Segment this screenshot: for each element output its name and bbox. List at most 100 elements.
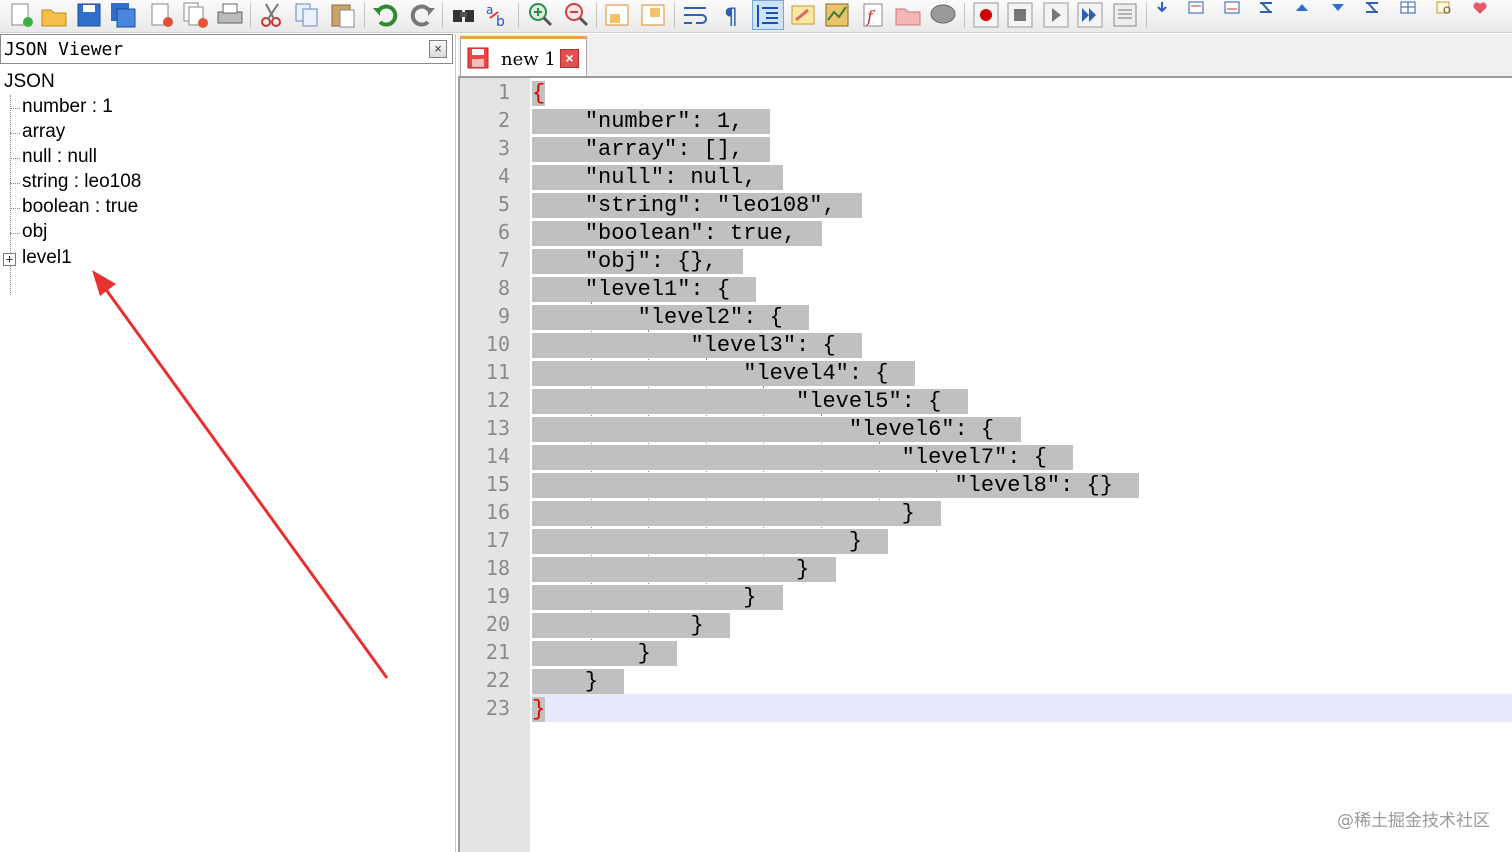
tree-item-boolean[interactable]: boolean : true <box>22 196 138 218</box>
line-number-gutter: 1 2 3 4 5 6 7 8 9 10 11 12 13 14 15 16 17 18 19 20 21 22 23 <box>460 78 530 852</box>
sync-vertical-icon[interactable] <box>602 0 634 30</box>
line-number: 2 <box>497 108 510 132</box>
code-line[interactable]: } <box>532 584 783 612</box>
code-line[interactable]: "level4": { <box>532 360 915 388</box>
code-line[interactable]: { <box>532 80 546 108</box>
line-number: 15 <box>485 472 510 496</box>
save-macro-icon[interactable] <box>1110 0 1142 30</box>
tree-item-string[interactable]: string : leo108 <box>22 171 141 193</box>
tab-close-button[interactable]: × <box>560 49 579 68</box>
panel-title: JSON Viewer <box>4 39 124 60</box>
code-line[interactable]: "level2": { <box>532 304 810 332</box>
line-number: 17 <box>485 528 510 552</box>
code-line[interactable]: "level7": { <box>532 444 1074 472</box>
folder-workspace-icon[interactable] <box>892 0 924 30</box>
code-line[interactable]: "null": null, <box>532 164 783 192</box>
function-list-icon[interactable]: f <box>858 0 890 30</box>
cut-icon[interactable] <box>256 0 288 30</box>
code-line[interactable]: } <box>532 668 625 696</box>
line-number: 19 <box>485 584 510 608</box>
sync-horizontal-icon[interactable] <box>638 0 670 30</box>
json-viewer-header: JSON Viewer × <box>0 34 453 64</box>
plugin-icon-3[interactable] <box>1222 0 1242 16</box>
plugin-icon-2[interactable] <box>1186 0 1206 16</box>
expand-toggle-icon[interactable]: + <box>3 253 16 266</box>
code-line[interactable]: "level8": {} <box>532 472 1140 500</box>
line-number: 21 <box>485 640 510 664</box>
line-number: 14 <box>485 444 510 468</box>
current-line-highlight <box>532 694 1512 722</box>
monitoring-icon[interactable] <box>928 0 960 30</box>
tree-item-number[interactable]: number : 1 <box>22 96 113 118</box>
user-language-icon[interactable] <box>788 0 820 30</box>
plugin-icon-4[interactable] <box>1256 0 1276 16</box>
move-down-icon[interactable] <box>1328 0 1348 16</box>
tree-root[interactable]: JSON <box>4 71 55 93</box>
plugin-icon-7[interactable] <box>1434 0 1454 16</box>
stop-macro-icon[interactable] <box>1004 0 1036 30</box>
doc-map-icon[interactable] <box>822 0 854 30</box>
indent-guide-icon[interactable] <box>752 0 784 30</box>
tree-item-array[interactable]: array <box>22 121 65 143</box>
tree-item-level1[interactable]: level1 <box>22 247 72 269</box>
close-icon: × <box>434 41 442 56</box>
line-number: 13 <box>485 416 510 440</box>
code-line[interactable]: "level6": { <box>532 416 1021 444</box>
close-icon: × <box>565 50 574 66</box>
svg-text:¶: ¶ <box>724 5 738 30</box>
replace-icon[interactable]: ab <box>482 0 514 30</box>
record-macro-icon[interactable] <box>970 0 1002 30</box>
code-line[interactable]: } <box>532 696 546 724</box>
code-line[interactable]: "string": "leo108", <box>532 192 863 220</box>
code-line[interactable]: } <box>532 612 731 640</box>
code-line[interactable]: } <box>532 640 678 668</box>
copy-icon[interactable] <box>292 0 324 30</box>
line-number: 12 <box>485 388 510 412</box>
undo-icon[interactable] <box>370 0 402 30</box>
line-number: 18 <box>485 556 510 580</box>
close-icon[interactable] <box>146 0 178 30</box>
svg-text:a: a <box>486 3 493 17</box>
word-wrap-icon[interactable] <box>680 0 712 30</box>
save-icon[interactable] <box>74 0 106 30</box>
panel-close-button[interactable]: × <box>429 40 447 58</box>
move-up-icon[interactable] <box>1292 0 1312 16</box>
open-file-icon[interactable] <box>38 0 70 30</box>
code-line[interactable]: "obj": {}, <box>532 248 744 276</box>
code-line[interactable]: } <box>532 528 889 556</box>
code-line[interactable]: } <box>532 556 836 584</box>
play-macro-icon[interactable] <box>1040 0 1072 30</box>
code-line[interactable]: "level1": { <box>532 276 757 304</box>
tree-item-null[interactable]: null : null <box>22 146 97 168</box>
run-macro-icon[interactable] <box>1074 0 1106 30</box>
redo-icon[interactable] <box>406 0 438 30</box>
line-number: 23 <box>485 696 510 720</box>
close-all-icon[interactable] <box>180 0 212 30</box>
code-line[interactable]: "boolean": true, <box>532 220 823 248</box>
show-all-chars-icon[interactable]: ¶ <box>716 0 748 30</box>
plugin-icon-6[interactable] <box>1398 0 1418 16</box>
line-number: 1 <box>497 80 510 104</box>
code-line[interactable]: "number": 1, <box>532 108 770 136</box>
code-line[interactable]: } <box>532 500 942 528</box>
new-file-icon[interactable] <box>4 0 36 30</box>
print-icon[interactable] <box>214 0 246 30</box>
svg-text:b: b <box>496 14 505 30</box>
tree-item-obj[interactable]: obj <box>22 221 47 243</box>
line-number: 5 <box>497 192 510 216</box>
paste-icon[interactable] <box>328 0 360 30</box>
code-line[interactable]: "array": [], <box>532 136 770 164</box>
plugin-icon-1[interactable] <box>1152 0 1172 16</box>
zoom-out-icon[interactable] <box>560 0 592 30</box>
plugin-icon-5[interactable] <box>1362 0 1382 16</box>
find-icon[interactable] <box>448 0 480 30</box>
unsaved-file-icon <box>467 47 489 69</box>
code-line[interactable]: "level3": { <box>532 332 863 360</box>
code-editor[interactable]: 1 2 3 4 5 6 7 8 9 10 11 12 13 14 15 16 17 18 19 20 21 22 23 { … <box>458 78 1512 852</box>
tab-new-1[interactable]: new 1 × <box>460 36 587 76</box>
line-number: 10 <box>485 332 510 356</box>
code-line[interactable]: "level5": { <box>532 388 968 416</box>
heart-icon[interactable] <box>1470 0 1490 16</box>
zoom-in-icon[interactable] <box>524 0 556 30</box>
save-all-icon[interactable] <box>108 0 140 30</box>
